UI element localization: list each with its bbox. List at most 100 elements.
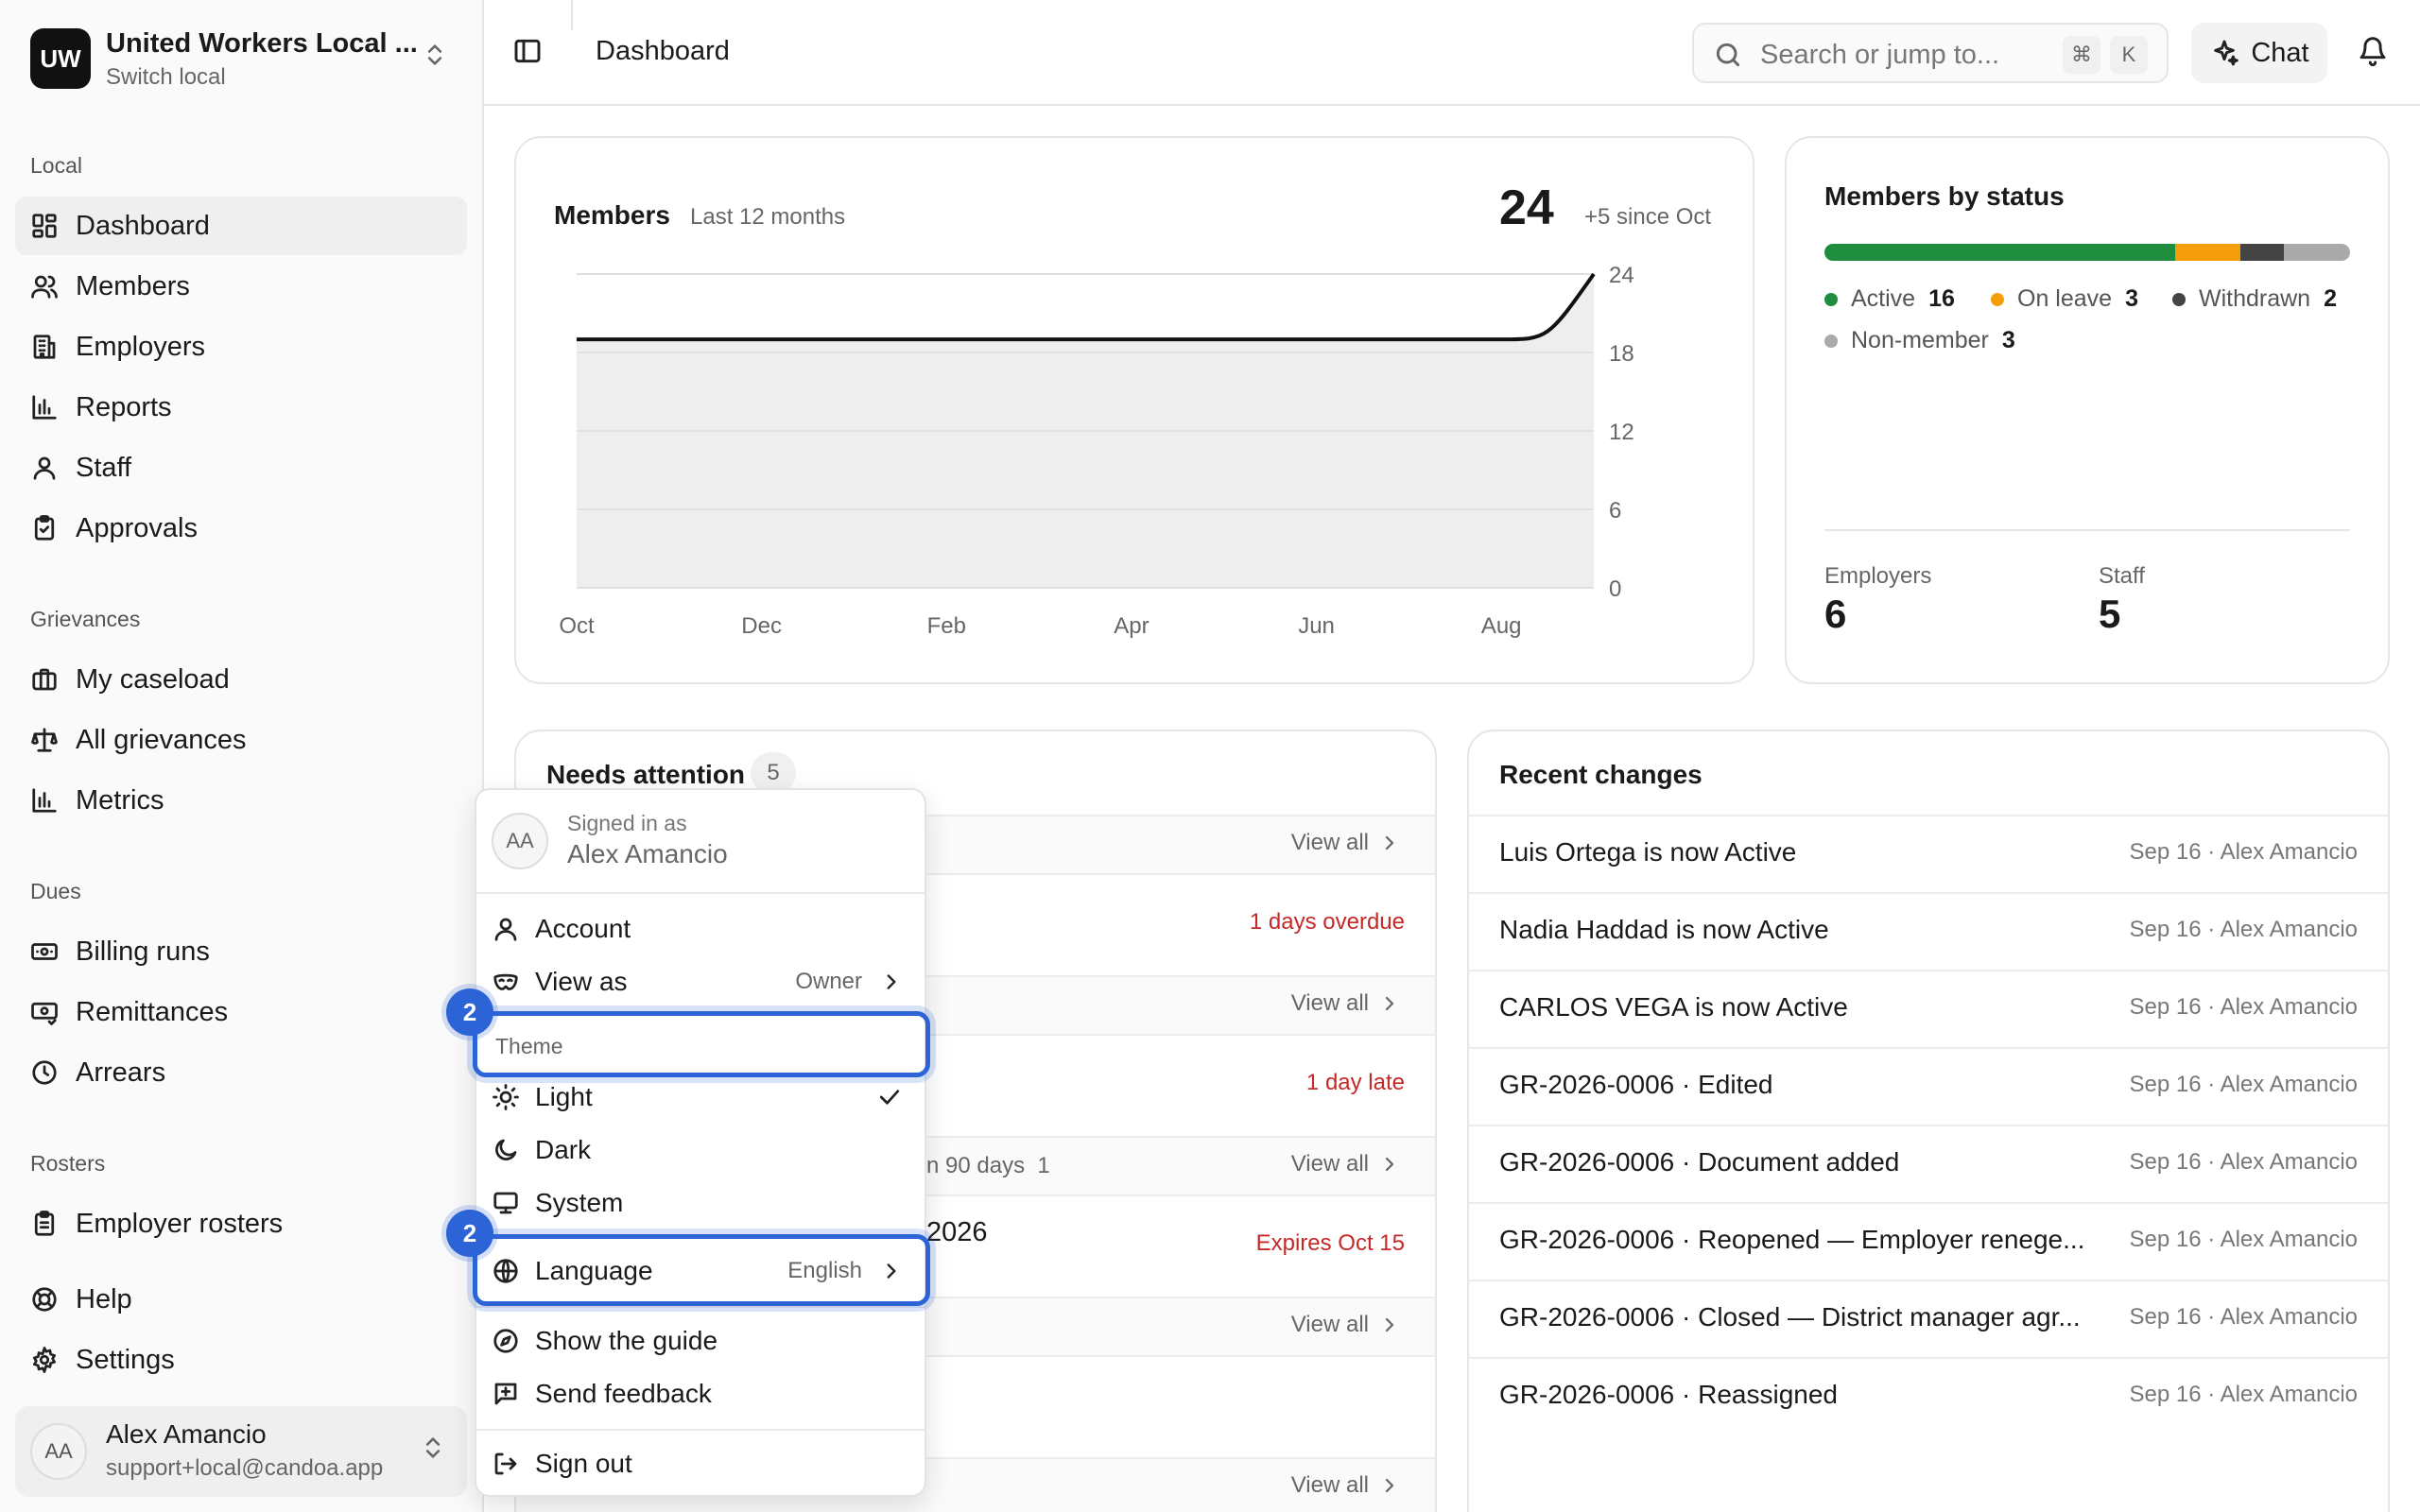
- recent-text: GR-2026-0006 · Closed — District manager…: [1499, 1302, 2081, 1332]
- recent-title: Recent changes: [1499, 760, 1703, 789]
- sidebar-item-label: Metrics: [76, 784, 164, 816]
- legend-withdrawn: Withdrawn 2: [2172, 285, 2337, 313]
- bar-chart-icon: [32, 788, 57, 813]
- members-by-status-card: Members by status Active 16 On leave 3 W…: [1785, 136, 2390, 684]
- menu-item-theme-light[interactable]: Light: [492, 1074, 911, 1121]
- legend-dot: [1991, 292, 2004, 306]
- sidebar-toggle-icon[interactable]: [512, 36, 543, 66]
- x-tick-label: Feb: [927, 613, 966, 639]
- sidebar-item-employers[interactable]: Employers: [15, 318, 467, 376]
- annotation-badge-language: 2: [446, 1210, 493, 1257]
- sidebar-item-label: Reports: [76, 391, 172, 422]
- sidebar-item-members[interactable]: Members: [15, 257, 467, 316]
- view-all-link[interactable]: View all: [1291, 1472, 1401, 1499]
- search-icon: [1716, 43, 1740, 67]
- list-item[interactable]: GR-2026-0006 · Reopened — Employer reneg…: [1469, 1202, 2388, 1280]
- chevron-right-icon: [887, 974, 896, 989]
- y-tick-label: 18: [1609, 341, 1634, 367]
- sidebar-item-metrics[interactable]: Metrics: [15, 771, 467, 830]
- group-title-text: n 90 days: [926, 1153, 1026, 1178]
- remittance-icon: [31, 1002, 58, 1025]
- menu-item-send-feedback[interactable]: Send feedback: [492, 1370, 911, 1418]
- recent-meta: Sep 16 · Alex Amancio: [2129, 839, 2358, 865]
- view-all-link[interactable]: View all: [1291, 1312, 1401, 1338]
- recent-text: Luis Ortega is now Active: [1499, 837, 1797, 867]
- sidebar-item-remittances[interactable]: Remittances: [15, 983, 467, 1041]
- list-item[interactable]: Luis Ortega is now Active Sep 16 · Alex A…: [1469, 815, 2388, 892]
- menu-item-view-as[interactable]: View as Owner: [492, 958, 911, 1005]
- menu-item-theme-dark[interactable]: Dark: [492, 1126, 911, 1174]
- sidebar-item-staff[interactable]: Staff: [15, 438, 467, 497]
- view-as-role: Owner: [795, 969, 862, 994]
- list-item[interactable]: GR-2026-0006 · Closed — District manager…: [1469, 1280, 2388, 1357]
- chat-button[interactable]: Chat: [2191, 23, 2327, 83]
- sidebar-item-label: My caseload: [76, 663, 230, 695]
- menu-item-label: Dark: [535, 1135, 592, 1164]
- x-tick-label: Apr: [1114, 613, 1149, 639]
- view-all-label: View all: [1290, 1312, 1369, 1337]
- sidebar-item-dashboard[interactable]: Dashboard: [15, 197, 467, 255]
- sidebar-item-label: Billing runs: [76, 936, 210, 967]
- view-all-label: View all: [1290, 1472, 1369, 1498]
- view-all-link[interactable]: View all: [1291, 830, 1401, 856]
- status-title: Members by status: [1824, 181, 2065, 211]
- bell-icon[interactable]: [2358, 36, 2388, 66]
- menu-divider: [476, 1306, 925, 1308]
- recent-meta: Sep 16 · Alex Amancio: [2129, 1149, 2358, 1175]
- menu-item-theme-system[interactable]: System: [492, 1179, 911, 1227]
- sidebar-item-label: Employer rosters: [76, 1208, 284, 1239]
- sidebar-item-employer-rosters[interactable]: Employer rosters: [15, 1194, 467, 1253]
- menu-item-show-guide[interactable]: Show the guide: [492, 1317, 911, 1365]
- list-item[interactable]: GR-2026-0006 · Edited Sep 16 · Alex Amanc…: [1469, 1047, 2388, 1125]
- user-menu-trigger[interactable]: AA Alex Amancio support+local@candoa.app: [15, 1406, 467, 1497]
- menu-item-label: View as: [535, 967, 628, 996]
- sidebar-item-label: Dashboard: [76, 210, 210, 241]
- members-chart: 0 6 12 18 24 Oct Dec Feb Apr Jun Aug: [559, 263, 1634, 639]
- recent-text: Nadia Haddad is now Active: [1499, 915, 1829, 944]
- org-switcher[interactable]: UW United Workers Local ... Switch local: [30, 28, 465, 93]
- chevron-right-icon: [1385, 835, 1394, 850]
- sidebar-item-settings[interactable]: Settings: [15, 1331, 467, 1389]
- view-all-link[interactable]: View all: [1291, 1151, 1401, 1177]
- menu-item-account[interactable]: Account: [492, 905, 911, 953]
- sidebar-item-all-grievances[interactable]: All grievances: [15, 711, 467, 769]
- legend-label: Non-member: [1851, 327, 1989, 353]
- page-title: Dashboard: [596, 36, 730, 66]
- sidebar-item-billing-runs[interactable]: Billing runs: [15, 922, 467, 981]
- list-item[interactable]: Nadia Haddad is now Active Sep 16 · Alex …: [1469, 892, 2388, 970]
- sidebar-section-dues: Dues: [30, 879, 81, 903]
- signed-in-user: Alex Amancio: [567, 839, 728, 868]
- view-all-label: View all: [1290, 990, 1369, 1016]
- sidebar-section-rosters: Rosters: [30, 1151, 106, 1176]
- recent-meta: Sep 16 · Alex Amancio: [2129, 994, 2358, 1020]
- sidebar-item-reports[interactable]: Reports: [15, 378, 467, 437]
- search-input[interactable]: Search or jump to... ⌘ K: [1692, 23, 2169, 83]
- feedback-icon: [494, 1383, 517, 1405]
- sidebar-item-arrears[interactable]: Arrears: [15, 1043, 467, 1102]
- x-tick-label: Oct: [559, 613, 595, 639]
- menu-item-label: Send feedback: [535, 1379, 712, 1408]
- legend-value: 2: [2324, 285, 2337, 312]
- recent-meta: Sep 16 · Alex Amancio: [2129, 1227, 2358, 1252]
- list-item[interactable]: CARLOS VEGA is now Active Sep 16 · Alex A…: [1469, 970, 2388, 1047]
- signed-in-label: Signed in as: [567, 811, 687, 835]
- divider: [1824, 529, 2350, 531]
- avatar: AA: [30, 1423, 87, 1480]
- menu-divider: [476, 1429, 925, 1431]
- view-all-link[interactable]: View all: [1291, 990, 1401, 1017]
- sidebar-item-help[interactable]: Help: [15, 1270, 467, 1329]
- chevron-right-icon: [1385, 1478, 1394, 1493]
- sidebar-item-approvals[interactable]: Approvals: [15, 499, 467, 558]
- sidebar-item-my-caseload[interactable]: My caseload: [15, 650, 467, 709]
- list-item[interactable]: GR-2026-0006 · Reassigned Sep 16 · Alex A…: [1469, 1357, 2388, 1435]
- list-item[interactable]: GR-2026-0006 · Document added Sep 16 · Al…: [1469, 1125, 2388, 1202]
- recent-changes-card: Recent changes Luis Ortega is now Active…: [1467, 730, 2390, 1512]
- kbd-k: K: [2110, 36, 2148, 74]
- sun-icon: [493, 1084, 519, 1110]
- chevrons-up-down-icon: [427, 44, 442, 65]
- sidebar-item-label: All grievances: [76, 724, 247, 755]
- sidebar-item-label: Approvals: [76, 512, 198, 543]
- legend-label: Withdrawn: [2199, 285, 2311, 312]
- menu-item-sign-out[interactable]: Sign out: [492, 1440, 911, 1487]
- clock-icon: [32, 1060, 57, 1085]
